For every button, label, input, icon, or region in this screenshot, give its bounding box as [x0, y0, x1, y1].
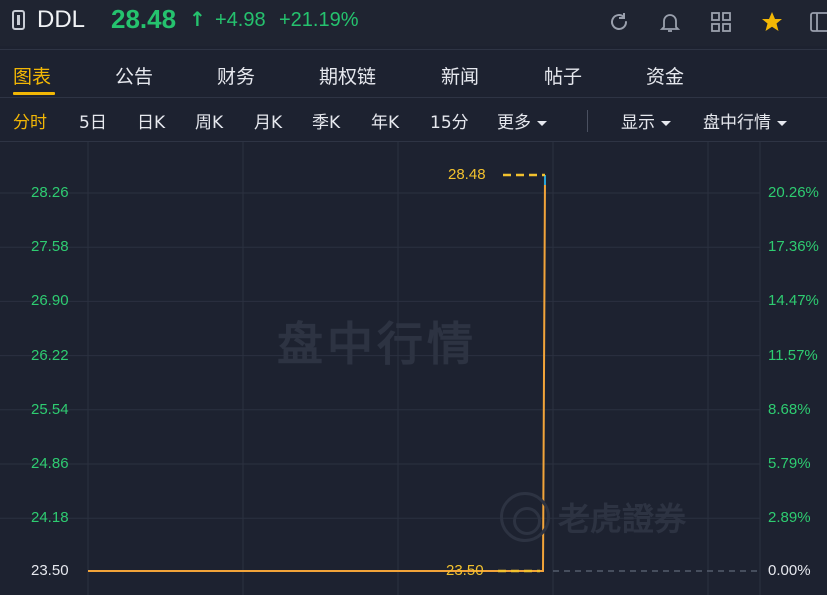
- y-axis-percent-label: 20.26%: [768, 184, 819, 201]
- bell-icon[interactable]: [658, 10, 682, 34]
- y-axis-price-label: 28.26: [31, 184, 69, 201]
- chevron-down-icon: [777, 120, 787, 126]
- tabs-divider: [0, 97, 827, 98]
- y-axis-percent-label: 11.57%: [768, 346, 818, 364]
- y-axis-percent-label: 0.00%: [768, 562, 811, 579]
- y-axis-percent-label: 2.89%: [768, 509, 811, 527]
- tab-capital[interactable]: 资金: [646, 62, 684, 89]
- high-price-label: 28.48: [448, 166, 486, 183]
- back-icon[interactable]: [12, 10, 25, 30]
- price-change: +4.98: [215, 9, 266, 31]
- y-axis-price-label: 26.90: [31, 292, 69, 310]
- display-dropdown[interactable]: 显示: [621, 108, 671, 133]
- subtabs-separator: [587, 110, 588, 132]
- stock-symbol: DDL: [37, 6, 86, 33]
- y-axis-price-label: 27.58: [31, 238, 69, 256]
- period-tab-5day[interactable]: 5日: [79, 108, 107, 133]
- period-more-label: 更多: [497, 113, 531, 133]
- session-dropdown[interactable]: 盘中行情: [703, 108, 787, 133]
- header-divider: [0, 49, 827, 50]
- grid-icon[interactable]: [709, 10, 733, 34]
- period-tab-weekly[interactable]: 周K: [195, 108, 223, 133]
- stock-price: 28.48: [111, 4, 177, 34]
- low-price-label: 23.50: [446, 562, 484, 579]
- period-tab-intraday[interactable]: 分时: [13, 108, 47, 133]
- y-axis-price-label: 24.18: [31, 509, 69, 527]
- y-axis-percent-label: 8.68%: [768, 400, 811, 418]
- tiger-logo-icon: [500, 492, 550, 542]
- period-tab-quarterly[interactable]: 季K: [312, 108, 340, 133]
- chart-watermark: 盘中行情: [277, 317, 477, 371]
- tab-financials[interactable]: 财务: [217, 62, 255, 89]
- period-tab-yearly[interactable]: 年K: [371, 108, 399, 133]
- price-change-percent: +21.19%: [279, 9, 359, 31]
- y-axis-percent-label: 14.47%: [768, 292, 819, 310]
- main-tabs: 图表 公告 财务 期权链 新闻 帖子 资金: [0, 52, 827, 96]
- up-arrow-icon: ↑: [189, 7, 206, 31]
- y-axis-percent-label: 17.36%: [768, 238, 819, 256]
- tab-options-chain[interactable]: 期权链: [319, 62, 376, 89]
- y-axis-percent-label: 5.79%: [768, 455, 811, 472]
- active-tab-underline: [13, 92, 55, 95]
- display-label: 显示: [621, 113, 655, 133]
- period-tab-daily[interactable]: 日K: [137, 108, 165, 133]
- tab-news[interactable]: 新闻: [441, 62, 479, 89]
- y-axis-price-label: 26.22: [31, 346, 69, 364]
- period-more-dropdown[interactable]: 更多: [497, 108, 547, 133]
- y-axis-price-label: 25.54: [31, 400, 69, 418]
- header-bar: DDL 28.48 ↑ +4.98 +21.19%: [0, 0, 827, 46]
- panel-icon[interactable]: [808, 10, 827, 34]
- tab-announcements[interactable]: 公告: [115, 62, 153, 89]
- period-tab-monthly[interactable]: 月K: [254, 108, 282, 133]
- refresh-icon[interactable]: [607, 10, 631, 34]
- tab-posts[interactable]: 帖子: [544, 62, 582, 89]
- y-axis-price-label: 24.86: [31, 455, 69, 472]
- chevron-down-icon: [537, 120, 547, 126]
- chevron-down-icon: [661, 120, 671, 126]
- period-tab-15min[interactable]: 15分: [430, 108, 469, 133]
- brand-text: 老虎證券: [558, 500, 687, 538]
- brand-watermark: 老虎證券: [500, 492, 686, 542]
- session-label: 盘中行情: [703, 113, 771, 133]
- star-icon[interactable]: [760, 10, 784, 34]
- period-tabs: 分时 5日 日K 周K 月K 季K 年K 15分 更多 显示 盘中行情: [0, 100, 827, 140]
- tab-chart[interactable]: 图表: [13, 62, 51, 89]
- intraday-chart[interactable]: 盘中行情 老虎證券 28.26 27.58 26.90 26.22 25.54 24.86…: [0, 142, 827, 595]
- y-axis-price-label: 23.50: [31, 562, 69, 579]
